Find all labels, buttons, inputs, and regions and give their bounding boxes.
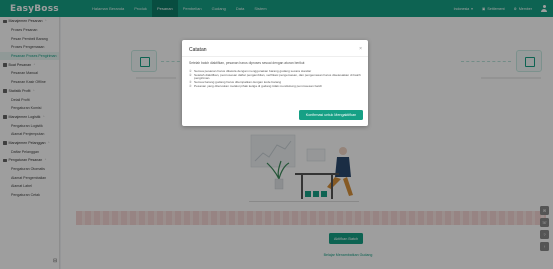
rule-text: Pesanan yang diteruskan melalui pihak ke…: [194, 83, 323, 88]
dialog-divider: [182, 56, 368, 57]
dialog-title: Catatan: [189, 47, 207, 53]
rule-item: ④ Pesanan yang diteruskan melalui pihak k…: [189, 83, 363, 89]
notes-dialog: Catatan × Setelah batch diaktifkan, pesa…: [182, 40, 368, 126]
confirm-activate-button[interactable]: Konfirmasi untuk Mengaktifkan: [299, 110, 363, 120]
dialog-intro: Setelah batch diaktifkan, pesanan harus …: [189, 61, 305, 65]
close-icon[interactable]: ×: [359, 46, 362, 52]
rules-list: ① Semua pesanan harus dikelola dengan men…: [189, 69, 363, 89]
